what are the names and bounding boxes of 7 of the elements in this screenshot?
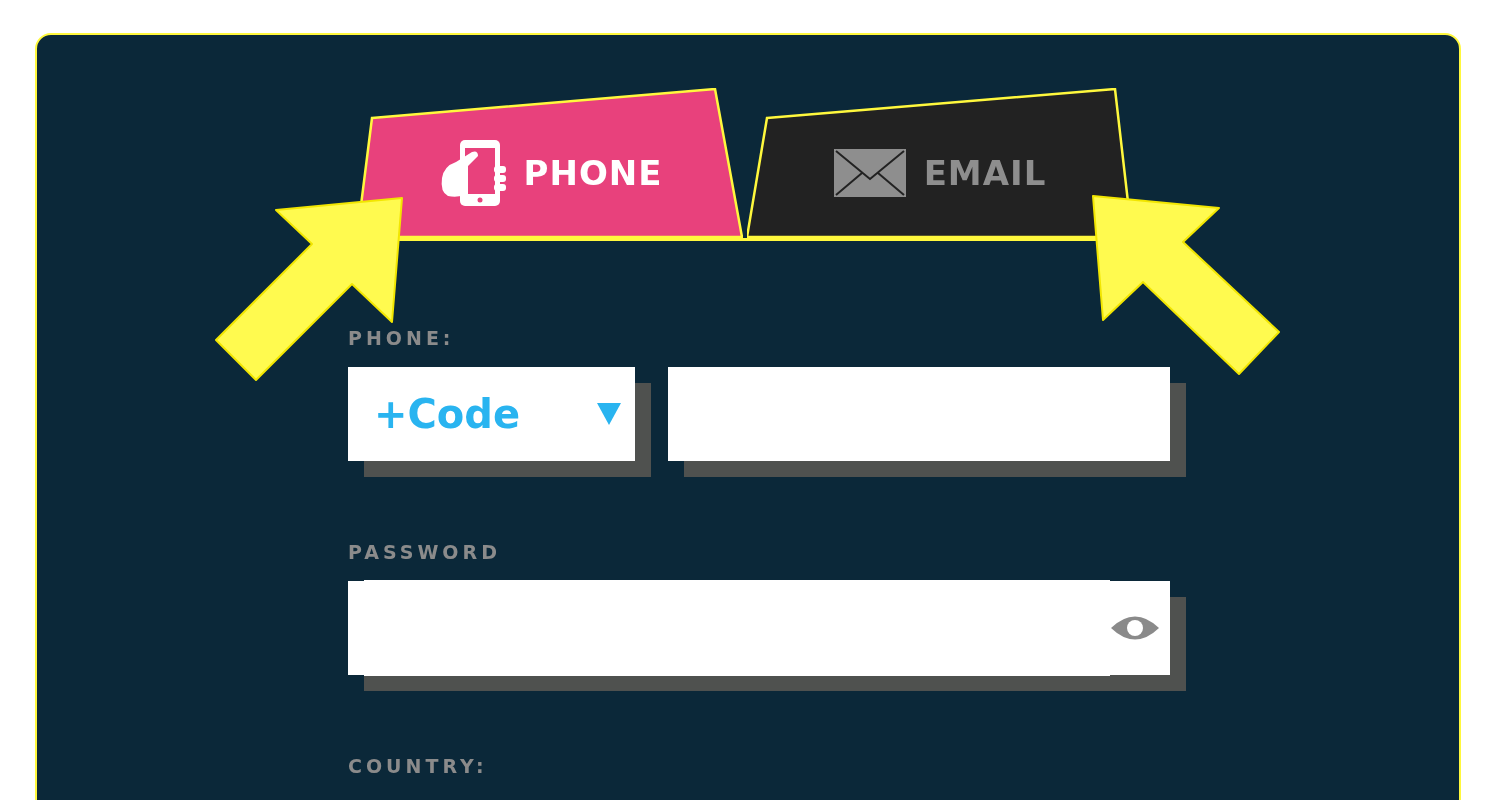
field-label: PASSWORD [348, 541, 501, 563]
dropdown-triangle-icon [597, 403, 621, 425]
field-label: PHONE: [348, 327, 455, 349]
tab[interactable]: PHONE [357, 88, 743, 238]
phone-input-field[interactable] [668, 367, 1170, 461]
envelope-icon [833, 149, 906, 197]
field-label: COUNTRY: [348, 755, 488, 777]
